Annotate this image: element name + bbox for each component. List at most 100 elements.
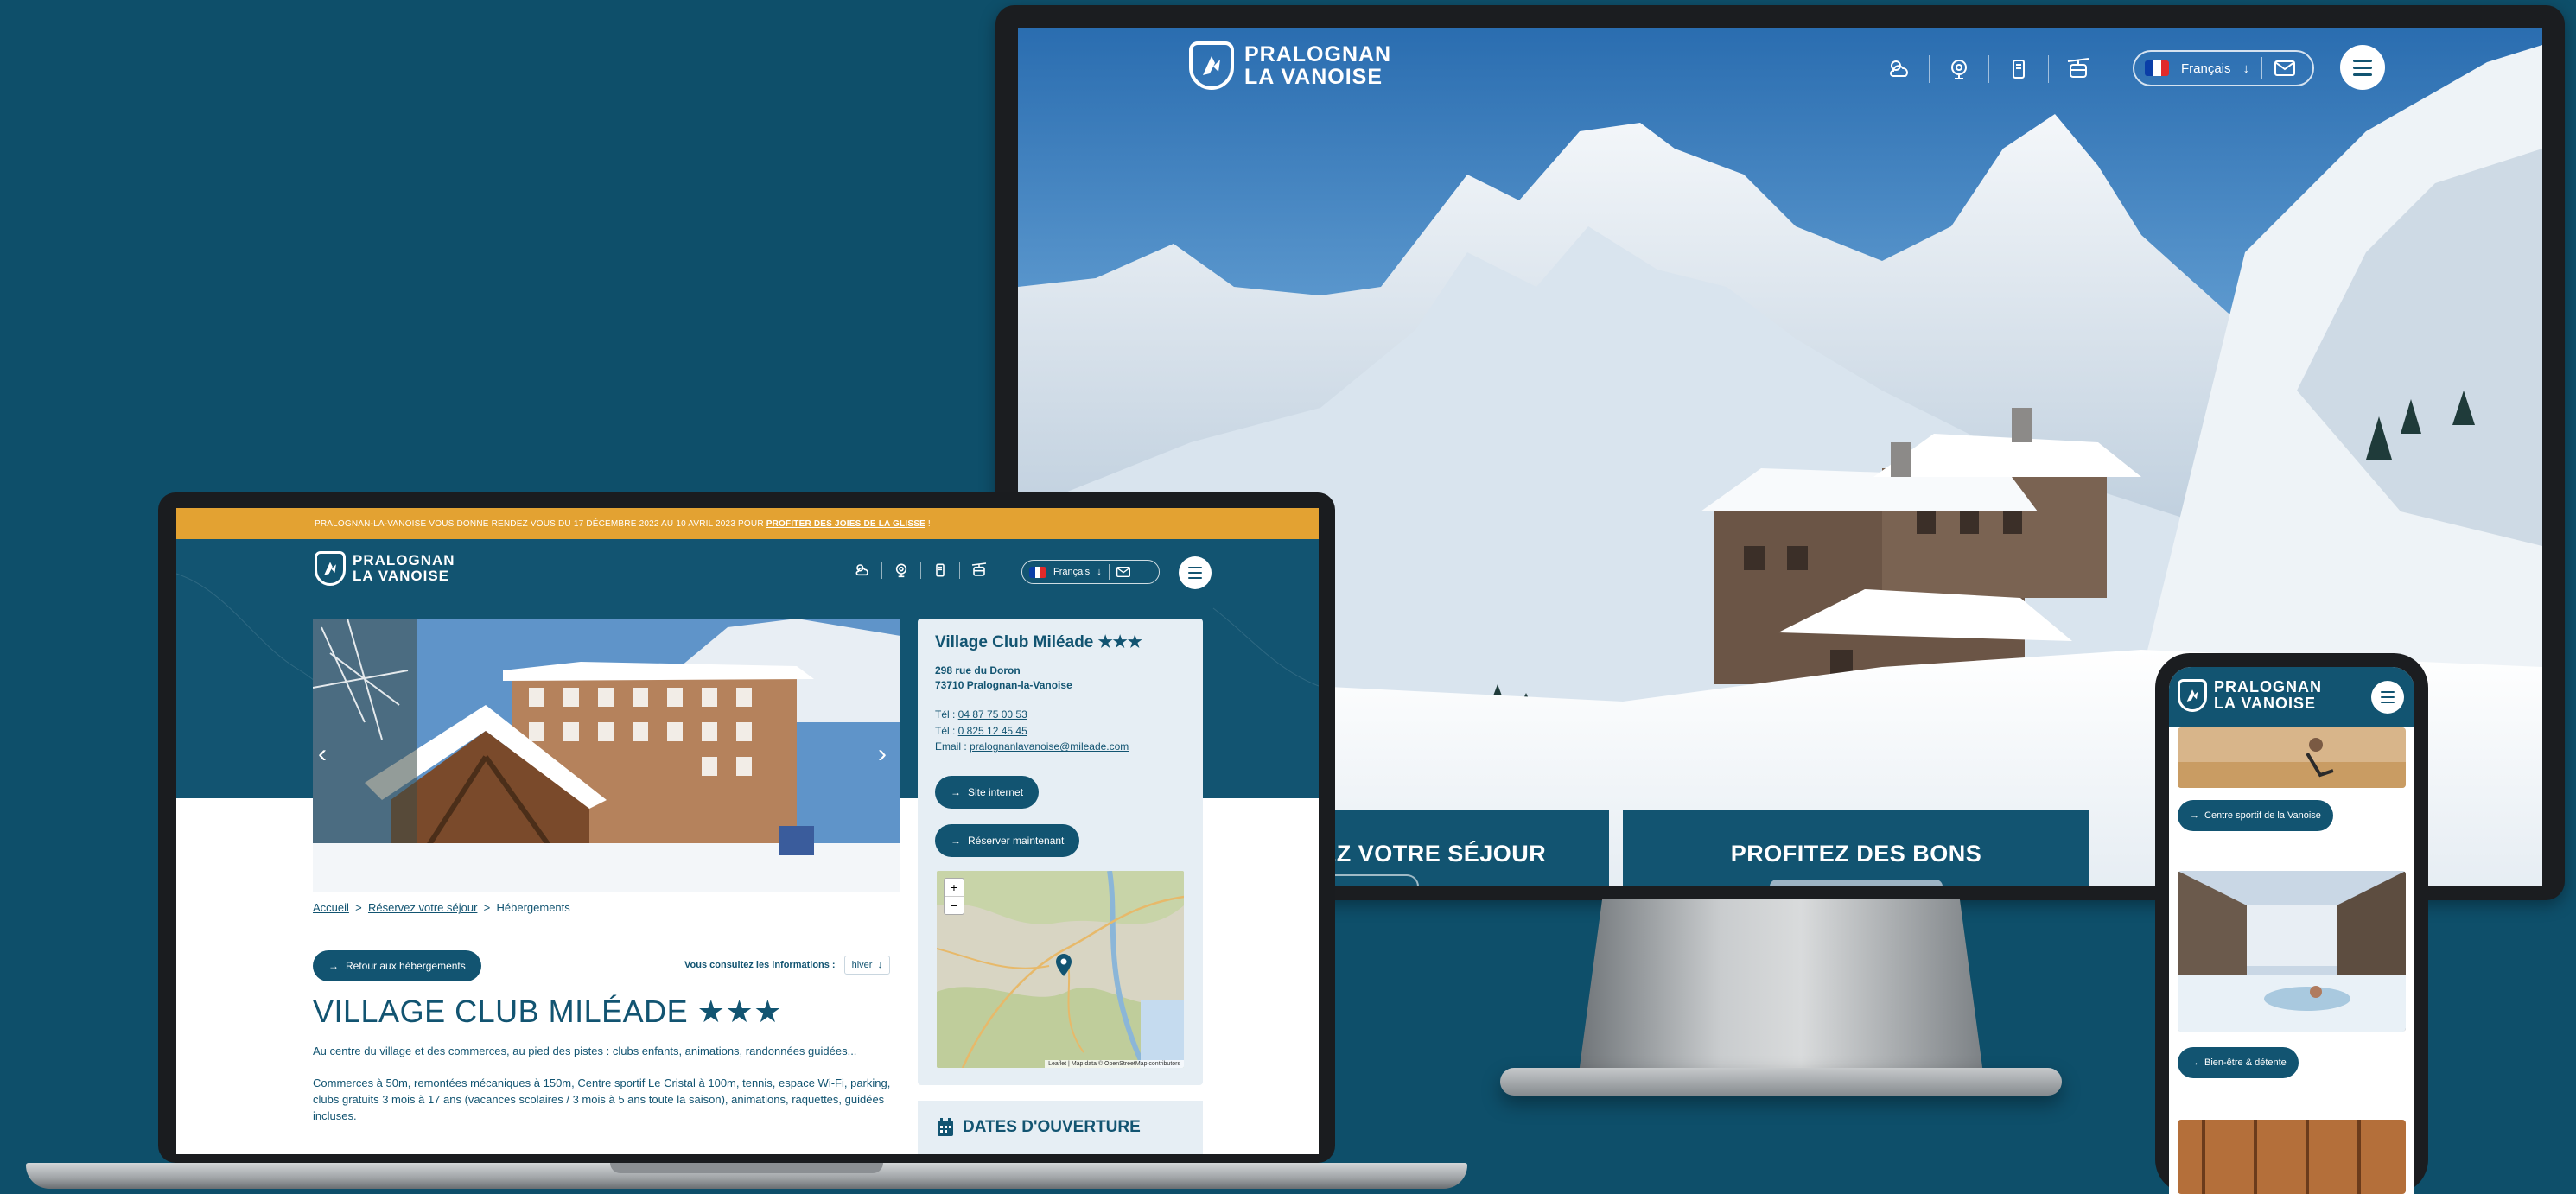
menu-button[interactable] [1179, 556, 1212, 589]
webcam-icon[interactable] [1942, 52, 1976, 86]
logo-text: PRALOGNAN LA VANOISE [353, 553, 455, 584]
sports-center-image[interactable] [2178, 727, 2406, 788]
breadcrumb-reservez[interactable]: Réservez votre séjour [368, 901, 477, 914]
pill-divider [2261, 57, 2263, 79]
book-button-label: Réserver maintenant [968, 835, 1065, 847]
language-selector[interactable]: Français ↓ [2133, 50, 2314, 86]
ski-pass-icon[interactable] [2001, 52, 2036, 86]
book-now-button[interactable]: → Réserver maintenant [935, 824, 1080, 857]
zoom-out-button[interactable]: − [945, 897, 964, 914]
map-pin-icon[interactable] [1056, 954, 1072, 976]
phone-header: PRALOGNAN LA VANOISE [2169, 667, 2414, 727]
website-button[interactable]: → Site internet [935, 776, 1040, 809]
banner-profitez-label: PROFITEZ DES BONS [1730, 840, 1982, 867]
flag-france-icon [1029, 566, 1046, 578]
logo-line2: LA VANOISE [1244, 65, 1383, 89]
announcement-end: ! [927, 518, 931, 529]
laptop-screen: PRALOGNAN-LA-VANOISE VOUS DONNE RENDEZ V… [176, 508, 1319, 1154]
description-intro: Au centre du village et des commerces, a… [313, 1045, 857, 1057]
logo-line1: PRALOGNAN [353, 552, 455, 569]
card-address-street: 298 rue du Doron [935, 664, 1021, 676]
location-map[interactable]: + − Leaflet | Map data © OpenStreetMap c… [937, 871, 1184, 1068]
monitor-stand [1578, 899, 1984, 1080]
breadcrumb: Accueil > Réservez votre séjour > Héberg… [313, 901, 570, 914]
next-arrow-icon[interactable]: › [878, 740, 887, 769]
header-divider [959, 562, 960, 579]
header-divider [1988, 55, 1989, 83]
sports-center-button[interactable]: → Centre sportif de la Vanoise [2178, 800, 2333, 831]
language-label: Français [2181, 60, 2231, 76]
header-divider [1929, 55, 1930, 83]
announcement-link[interactable]: PROFITER DES JOIES DE LA GLISSE [766, 519, 925, 529]
phone-screen: PRALOGNAN LA VANOISE → Centre sportif de… [2169, 667, 2414, 1194]
tel-label: Tél : [935, 724, 958, 737]
webcam-icon[interactable] [889, 558, 913, 582]
brand-logo[interactable]: PRALOGNAN LA VANOISE [1189, 41, 1391, 90]
pill-divider [1108, 564, 1110, 580]
arrow-down-icon: ↓ [2242, 60, 2250, 76]
mail-icon[interactable] [2274, 60, 2296, 76]
hotel-photo[interactable]: ‹ › [313, 619, 900, 892]
map-attribution: Leaflet | Map data © OpenStreetMap contr… [1045, 1060, 1184, 1068]
season-dropdown[interactable]: hiver ↓ [843, 956, 890, 975]
logo-text: PRALOGNAN LA VANOISE [2214, 679, 2322, 712]
weather-icon[interactable] [1882, 52, 1917, 86]
breadcrumb-home[interactable]: Accueil [313, 901, 349, 914]
menu-button[interactable] [2340, 45, 2385, 90]
arrow-down-icon: ↓ [1097, 567, 1102, 577]
announcement-text: PRALOGNAN-LA-VANOISE VOUS DONNE RENDEZ V… [315, 518, 764, 529]
website-button-label: Site internet [968, 786, 1024, 798]
wellness-label: Bien-être & détente [2204, 1057, 2287, 1068]
description-details: Commerces à 50m, remontées mécaniques à … [313, 1076, 891, 1122]
email-link[interactable]: pralognanlavanoise@mileade.com [970, 740, 1129, 753]
season-label: Vous consultez les informations : [684, 960, 836, 970]
prev-arrow-icon[interactable]: ‹ [318, 740, 327, 769]
tel-label: Tél : [935, 708, 958, 721]
ski-pass-icon[interactable] [928, 558, 952, 582]
laptop-header: PRALOGNAN LA VANOISE Français ↓ [315, 551, 1212, 594]
sports-center-label: Centre sportif de la Vanoise [2204, 810, 2321, 821]
brand-logo[interactable]: PRALOGNAN LA VANOISE [2178, 679, 2322, 712]
desktop-header-icons [1882, 52, 2096, 86]
card-title: Village Club Miléade ★★★ [935, 633, 1142, 651]
logo-shield-icon [2178, 679, 2207, 712]
arrow-right-icon: → [951, 835, 961, 847]
interior-image[interactable] [2178, 1120, 2406, 1194]
wellness-button[interactable]: → Bien-être & détente [2178, 1047, 2299, 1078]
logo-line2: LA VANOISE [353, 568, 450, 584]
arrow-right-icon: → [951, 786, 961, 798]
menu-button[interactable] [2371, 681, 2404, 714]
monitor-stand-base [1500, 1068, 2062, 1096]
tel-link-2[interactable]: 0 825 12 45 45 [958, 725, 1027, 737]
announcement-bar: PRALOGNAN-LA-VANOISE VOUS DONNE RENDEZ V… [176, 508, 1319, 539]
hotel-photo-image [313, 619, 900, 892]
brand-logo[interactable]: PRALOGNAN LA VANOISE [315, 551, 455, 586]
wellness-image[interactable] [2178, 871, 2406, 1032]
tel-link-1[interactable]: 04 87 75 00 53 [958, 708, 1027, 721]
calendar-icon [938, 1118, 953, 1136]
opening-dates-header: DATES D'OUVERTURE [937, 1118, 1141, 1137]
cable-car-icon[interactable] [2061, 52, 2096, 86]
logo-line2: LA VANOISE [2214, 695, 2317, 712]
mail-icon[interactable] [1116, 567, 1130, 577]
logo-text: PRALOGNAN LA VANOISE [1244, 41, 1392, 89]
laptop-header-icons [850, 558, 991, 582]
desktop-header: PRALOGNAN LA VANOISE Français ↓ [1018, 28, 2542, 105]
arrow-right-icon: → [2190, 810, 2199, 821]
flag-france-icon [2145, 60, 2169, 76]
language-label: Français [1053, 567, 1091, 577]
logo-line1: PRALOGNAN [1244, 41, 1392, 67]
header-divider [920, 562, 921, 579]
map-zoom-control: + − [944, 878, 964, 915]
zoom-in-button[interactable]: + [945, 879, 964, 897]
weather-icon[interactable] [850, 558, 875, 582]
logo-shield-icon [315, 551, 346, 586]
banner-profitez[interactable]: PROFITEZ DES BONS [1623, 810, 2089, 886]
back-to-listings-button[interactable]: → Retour aux hébergements [313, 950, 481, 981]
language-selector[interactable]: Français ↓ [1021, 560, 1160, 584]
card-address: 298 rue du Doron 73710 Pralognan-la-Vano… [935, 664, 1072, 694]
header-divider [2048, 55, 2049, 83]
breadcrumb-sep: > [483, 901, 491, 914]
card-contacts: Tél : 04 87 75 00 53 Tél : 0 825 12 45 4… [935, 707, 1129, 755]
cable-car-icon[interactable] [967, 558, 991, 582]
